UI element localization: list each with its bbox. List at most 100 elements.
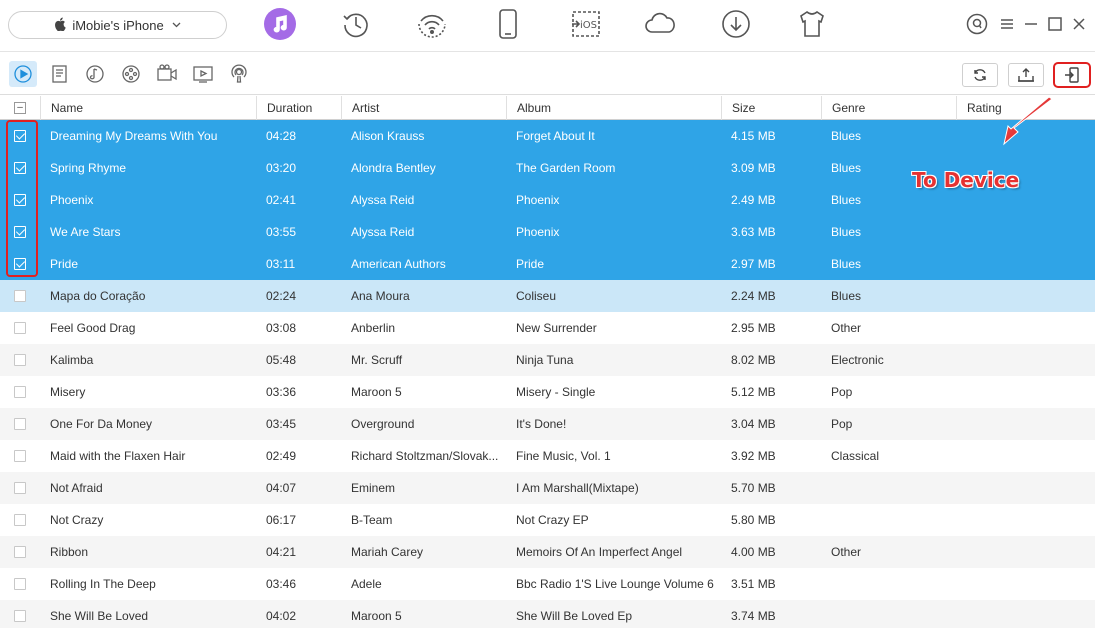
row-checkbox[interactable] bbox=[14, 258, 26, 270]
cell-size: 8.02 MB bbox=[731, 353, 776, 367]
cell-name: One For Da Money bbox=[50, 417, 153, 431]
cell-rating[interactable] bbox=[956, 600, 1095, 628]
table-row[interactable]: Not Crazy 06:17 B-Team Not Crazy EP 5.80 MB bbox=[0, 504, 1095, 536]
table-row[interactable]: Not Afraid 04:07 Eminem I Am Marshall(Mixta… bbox=[0, 472, 1095, 504]
table-row[interactable]: One For Da Money 03:45 Overground It's Done… bbox=[0, 408, 1095, 440]
video-icon[interactable] bbox=[155, 62, 179, 86]
download-icon[interactable] bbox=[718, 6, 754, 42]
row-checkbox[interactable] bbox=[14, 354, 26, 366]
cloud-icon[interactable] bbox=[642, 6, 678, 42]
account-icon[interactable] bbox=[965, 12, 989, 36]
cell-rating[interactable] bbox=[956, 408, 1095, 440]
table-row[interactable]: Dreaming My Dreams With You 04:28 Alison K… bbox=[0, 120, 1095, 152]
cell-rating[interactable] bbox=[956, 440, 1095, 472]
column-artist[interactable]: Artist bbox=[341, 96, 506, 120]
wifi-icon[interactable] bbox=[414, 6, 450, 42]
minimize-icon[interactable] bbox=[1021, 12, 1041, 36]
tv-icon[interactable] bbox=[191, 62, 215, 86]
top-bar: iMobie's iPhone iOS bbox=[0, 0, 1095, 52]
ringtone-icon[interactable] bbox=[83, 62, 107, 86]
cell-genre: Classical bbox=[831, 449, 880, 463]
column-rating[interactable]: Rating bbox=[956, 96, 1095, 120]
column-genre[interactable]: Genre bbox=[821, 96, 956, 120]
cell-genre bbox=[821, 568, 956, 600]
audiobook-icon[interactable] bbox=[119, 62, 143, 86]
row-checkbox[interactable] bbox=[14, 578, 26, 590]
svg-text:iOS: iOS bbox=[580, 20, 597, 31]
cell-album: Coliseu bbox=[516, 289, 557, 303]
clock-icon[interactable] bbox=[338, 6, 374, 42]
cell-rating[interactable] bbox=[956, 504, 1095, 536]
cell-name: Rolling In The Deep bbox=[50, 577, 156, 591]
cell-duration: 02:49 bbox=[266, 449, 297, 463]
cell-rating[interactable] bbox=[956, 120, 1095, 152]
table-row[interactable]: Kalimba 05:48 Mr. Scruff Ninja Tuna 8.02 MB E… bbox=[0, 344, 1095, 376]
row-checkbox[interactable] bbox=[14, 610, 26, 622]
row-checkbox[interactable] bbox=[14, 482, 26, 494]
cell-album: The Garden Room bbox=[516, 161, 616, 175]
table-row[interactable]: Rolling In The Deep 03:46 Adele Bbc Radio 1… bbox=[0, 568, 1095, 600]
cell-rating[interactable] bbox=[956, 376, 1095, 408]
table-row[interactable]: Pride 03:11 American Authors Pride 2.97 MB Bl… bbox=[0, 248, 1095, 280]
maximize-icon[interactable] bbox=[1045, 12, 1065, 36]
to-computer-button[interactable] bbox=[1008, 63, 1044, 87]
device-name: iMobie's iPhone bbox=[72, 17, 164, 33]
playlist-icon[interactable] bbox=[48, 62, 72, 86]
cell-size: 3.74 MB bbox=[731, 609, 776, 623]
cell-album: Not Crazy EP bbox=[516, 513, 589, 527]
row-checkbox[interactable] bbox=[14, 546, 26, 558]
to-device-annotation: To Device bbox=[912, 168, 1020, 192]
table-row[interactable]: Misery 03:36 Maroon 5 Misery - Single 5.12 M… bbox=[0, 376, 1095, 408]
table-row[interactable]: Mapa do Coração 02:24 Ana Moura Coliseu 2.24… bbox=[0, 280, 1095, 312]
cell-artist: Adele bbox=[351, 577, 382, 591]
column-name[interactable]: Name bbox=[40, 96, 257, 120]
cell-rating[interactable] bbox=[956, 248, 1095, 280]
row-checkbox[interactable] bbox=[14, 386, 26, 398]
cell-duration: 03:36 bbox=[266, 385, 297, 399]
row-checkbox[interactable] bbox=[14, 450, 26, 462]
to-ios-icon[interactable]: iOS bbox=[566, 6, 606, 42]
cell-rating[interactable] bbox=[956, 536, 1095, 568]
table-row[interactable]: Feel Good Drag 03:08 Anberlin New Surrender… bbox=[0, 312, 1095, 344]
row-checkbox[interactable] bbox=[14, 226, 26, 238]
cell-duration: 03:46 bbox=[266, 577, 297, 591]
cell-name: Not Crazy bbox=[50, 513, 104, 527]
music-category-icon[interactable] bbox=[9, 61, 37, 87]
phone-icon[interactable] bbox=[490, 6, 526, 42]
row-checkbox[interactable] bbox=[14, 418, 26, 430]
cell-size: 3.09 MB bbox=[731, 161, 776, 175]
cell-album: Fine Music, Vol. 1 bbox=[516, 449, 611, 463]
cell-rating[interactable] bbox=[956, 472, 1095, 504]
row-checkbox[interactable] bbox=[14, 162, 26, 174]
to-device-button[interactable] bbox=[1053, 62, 1091, 88]
cell-rating[interactable] bbox=[956, 568, 1095, 600]
select-all-checkbox[interactable]: – bbox=[14, 102, 26, 114]
refresh-button[interactable] bbox=[962, 63, 998, 87]
table-row[interactable]: She Will Be Loved 04:02 Maroon 5 She Will B… bbox=[0, 600, 1095, 628]
cell-rating[interactable] bbox=[956, 344, 1095, 376]
column-size[interactable]: Size bbox=[721, 96, 821, 120]
close-icon[interactable] bbox=[1069, 12, 1089, 36]
column-duration[interactable]: Duration bbox=[256, 96, 341, 120]
device-selector[interactable]: iMobie's iPhone bbox=[8, 11, 227, 39]
tshirt-icon[interactable] bbox=[794, 6, 830, 42]
podcast-icon[interactable] bbox=[227, 62, 251, 86]
cell-artist: Maroon 5 bbox=[351, 609, 402, 623]
row-checkbox[interactable] bbox=[14, 130, 26, 142]
row-checkbox[interactable] bbox=[14, 322, 26, 334]
cell-rating[interactable] bbox=[956, 216, 1095, 248]
row-checkbox[interactable] bbox=[14, 514, 26, 526]
column-album[interactable]: Album bbox=[506, 96, 721, 120]
cell-name: Misery bbox=[50, 385, 86, 399]
table-row[interactable]: Maid with the Flaxen Hair 02:49 Richard St… bbox=[0, 440, 1095, 472]
cell-rating[interactable] bbox=[956, 280, 1095, 312]
music-icon[interactable] bbox=[264, 8, 296, 40]
cell-genre: Blues bbox=[831, 257, 862, 271]
row-checkbox[interactable] bbox=[14, 290, 26, 302]
table-row[interactable]: Ribbon 04:21 Mariah Carey Memoirs Of An Imp… bbox=[0, 536, 1095, 568]
row-checkbox[interactable] bbox=[14, 194, 26, 206]
table-row[interactable]: We Are Stars 03:55 Alyssa Reid Phoenix 3.63 … bbox=[0, 216, 1095, 248]
cell-duration: 06:17 bbox=[266, 513, 297, 527]
cell-rating[interactable] bbox=[956, 312, 1095, 344]
menu-icon[interactable] bbox=[997, 12, 1017, 36]
